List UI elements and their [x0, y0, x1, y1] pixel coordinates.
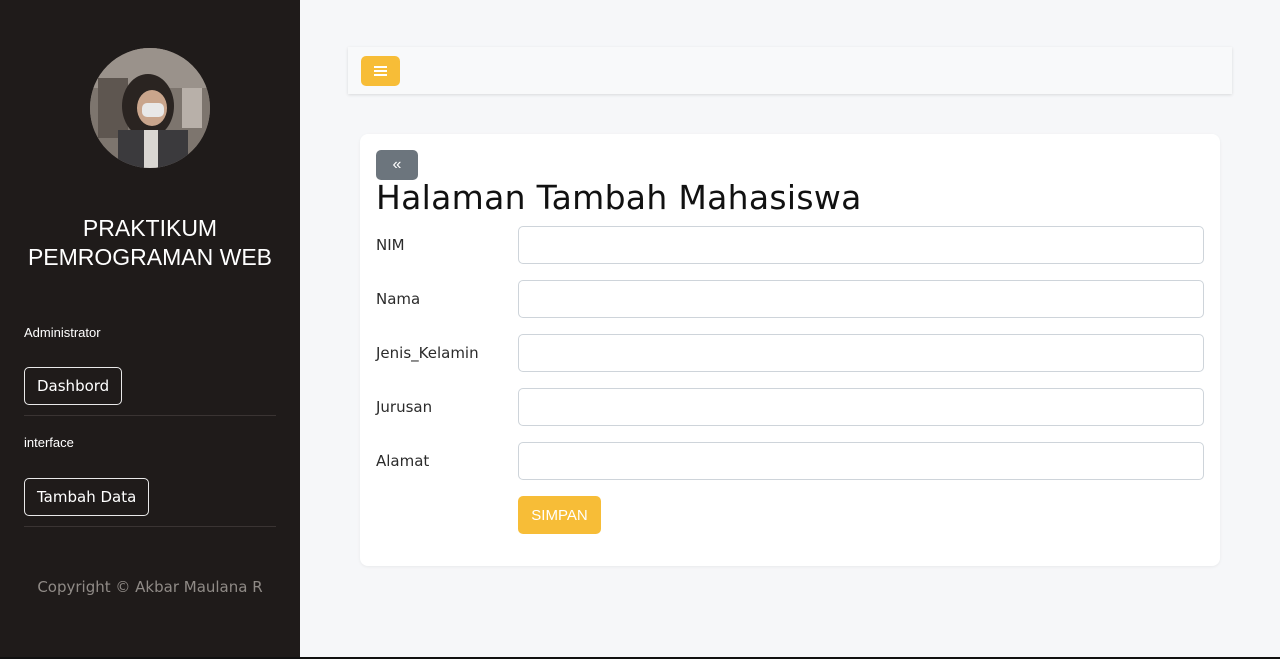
dashboard-button[interactable]: Dashbord: [24, 367, 123, 405]
menu-bars-icon: [374, 66, 387, 76]
top-navbar: [348, 47, 1232, 94]
profile-photo: [90, 48, 210, 168]
avatar: [90, 48, 210, 168]
nim-label: NIM: [376, 236, 405, 254]
section-label-interface: interface: [24, 435, 74, 450]
sidebar-toggle-button[interactable]: [361, 56, 400, 86]
nim-input[interactable]: [518, 226, 1204, 264]
brand-line-1: PRAKTIKUM: [82, 215, 218, 241]
jurusan-label: Jurusan: [376, 398, 433, 416]
jenis-kelamin-label: Jenis_Kelamin: [376, 344, 479, 362]
nama-input[interactable]: [518, 280, 1204, 318]
simpan-button[interactable]: SIMPAN: [518, 496, 601, 534]
back-button[interactable]: «: [376, 150, 418, 180]
nama-label: Nama: [376, 290, 421, 308]
alamat-input[interactable]: [518, 442, 1204, 480]
brand-line-2: PEMROGRAMAN WEB: [27, 244, 273, 270]
copyright-text: Copyright © Akbar Maulana R: [37, 578, 263, 596]
section-label-administrator: Administrator: [24, 325, 101, 340]
brand-title: PRAKTIKUM PEMROGRAMAN WEB: [0, 214, 300, 272]
page-title: Halaman Tambah Mahasiswa: [376, 178, 862, 217]
double-chevron-left-icon: «: [392, 156, 402, 173]
jenis-kelamin-input[interactable]: [518, 334, 1204, 372]
alamat-label: Alamat: [376, 452, 430, 470]
jurusan-input[interactable]: [518, 388, 1204, 426]
tambah-data-button[interactable]: Tambah Data: [24, 478, 150, 516]
form-card: « Halaman Tambah Mahasiswa NIM Nama Jeni…: [360, 134, 1220, 566]
sidebar: PRAKTIKUM PEMROGRAMAN WEB Administrator …: [0, 0, 300, 657]
sidebar-divider: [24, 415, 276, 416]
sidebar-divider: [24, 526, 276, 527]
